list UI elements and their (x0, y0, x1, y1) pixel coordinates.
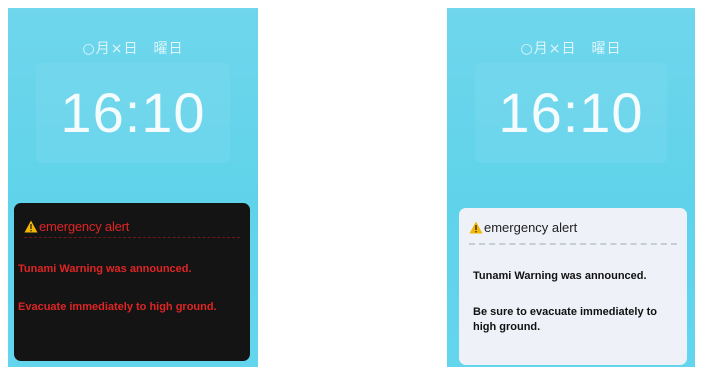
emergency-alert-card-dark[interactable]: emergency alert Tunami Warning was annou… (14, 203, 250, 361)
lockscreen-clock: 16:10 (498, 81, 644, 144)
comparison-stage: ○月×日 曜日 16:10 emergency alert Tunami War… (0, 0, 701, 367)
warning-triangle-icon (469, 221, 483, 233)
lockscreen-left: ○月×日 曜日 16:10 emergency alert Tunami War… (8, 8, 258, 367)
alert-message-line2: Evacuate immediately to high ground. (18, 301, 217, 313)
alert-title: emergency alert (484, 219, 578, 235)
alert-message-line1: Tunami Warning was announced. (18, 263, 192, 275)
alert-header: emergency alert (469, 217, 677, 237)
lockscreen-date: ○月×日 曜日 (82, 41, 184, 57)
lockscreen-date: ○月×日 曜日 (520, 41, 622, 57)
emergency-alert-card-light[interactable]: emergency alert Tunami Warning was annou… (459, 208, 687, 365)
alert-header: emergency alert (24, 215, 240, 237)
alert-title: emergency alert (39, 218, 130, 234)
alert-message-line2: Be sure to evacuate immediately to high … (473, 306, 658, 333)
lockscreen-clock: 16:10 (60, 81, 206, 144)
alert-divider (24, 237, 240, 238)
warning-triangle-icon (24, 220, 38, 232)
lockscreen-right: ○月×日 曜日 16:10 emergency alert Tunami War… (447, 8, 695, 367)
alert-message-line1: Tunami Warning was announced. (473, 270, 647, 282)
alert-divider (469, 243, 677, 245)
